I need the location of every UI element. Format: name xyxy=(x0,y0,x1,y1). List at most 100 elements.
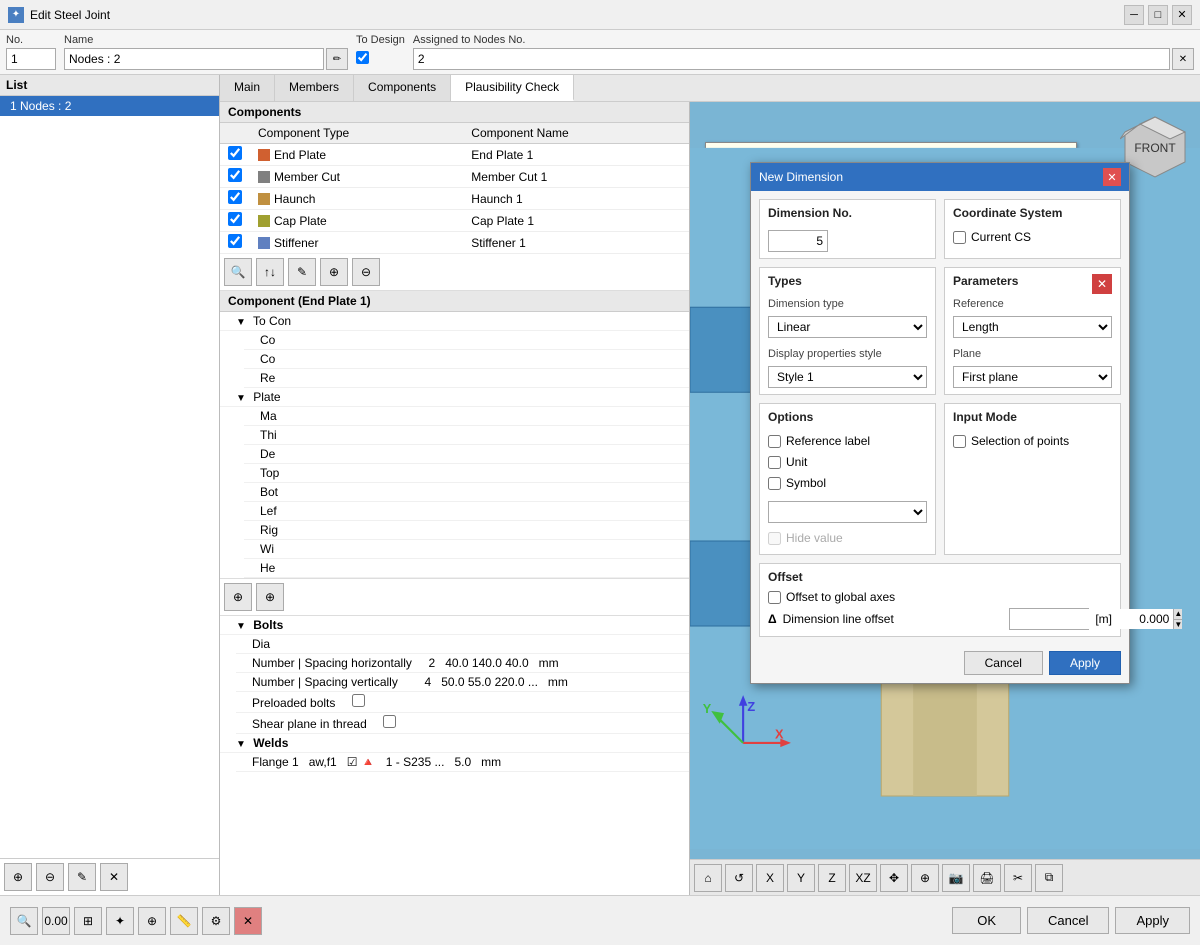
comp-checkbox-1[interactable] xyxy=(228,146,242,160)
tab-components[interactable]: Components xyxy=(354,75,451,101)
tree-item-co1[interactable]: Co xyxy=(244,331,689,350)
options-dropdown[interactable] xyxy=(768,501,927,523)
panel-tool-1[interactable]: 🔍 xyxy=(224,258,252,286)
col-name-header: Component Name xyxy=(463,123,689,144)
tree-item-plate[interactable]: ▼ Plate xyxy=(220,388,689,407)
delete-param-btn[interactable]: ✕ xyxy=(1092,274,1112,294)
panel-tool-5[interactable]: ⊖ xyxy=(352,258,380,286)
tab-plausibility[interactable]: Plausibility Check xyxy=(451,75,574,101)
bottom-right-btns: OK Cancel Apply xyxy=(952,907,1190,934)
bottom-tool-coord[interactable]: 0.00 xyxy=(42,907,70,935)
offset-global-checkbox[interactable] xyxy=(768,591,781,604)
reference-select[interactable]: Length Angle xyxy=(953,316,1112,338)
panel-tool-3[interactable]: ✎ xyxy=(288,258,316,286)
tree-item-welds[interactable]: ▼ Welds xyxy=(220,734,689,753)
tree-item-num-v[interactable]: Number | Spacing vertically 4 50.0 55.0 … xyxy=(236,673,689,692)
symbol-checkbox[interactable] xyxy=(768,477,781,490)
dialog-title-bar: New Dimension ✕ xyxy=(751,163,1129,191)
cancel-main-btn[interactable]: Cancel xyxy=(1027,907,1109,934)
no-input[interactable] xyxy=(6,48,56,70)
left-tool-btn-1[interactable]: ⊕ xyxy=(4,863,32,891)
minimize-btn[interactable]: ─ xyxy=(1124,5,1144,25)
bottom-tool-delete[interactable]: ✕ xyxy=(234,907,262,935)
bottom-tool-grid[interactable]: ⊞ xyxy=(74,907,102,935)
dialog-close-btn[interactable]: ✕ xyxy=(1103,168,1121,186)
dimension-tool-2[interactable]: ⊕ xyxy=(256,583,284,611)
tree-item-he[interactable]: He xyxy=(244,559,689,578)
options-title: Options xyxy=(768,410,927,424)
tree-item-flange1[interactable]: Flange 1 aw,f1 ☑ 🔺 1 - S235 ... 5.0 mm xyxy=(236,753,689,772)
tree-item-top[interactable]: Top xyxy=(244,464,689,483)
comp-checkbox-3[interactable] xyxy=(228,190,242,204)
hide-value-row: Hide value xyxy=(768,531,927,545)
clear-assigned-btn[interactable]: ✕ xyxy=(1172,48,1194,70)
app-icon: ✦ xyxy=(8,7,24,23)
tree-item-re[interactable]: Re xyxy=(244,369,689,388)
bottom-tool-ref[interactable]: ⊕ xyxy=(138,907,166,935)
dim-type-select[interactable]: Linear Angular Arc xyxy=(768,316,927,338)
tree-item-de[interactable]: De xyxy=(244,445,689,464)
tree-item-ma[interactable]: Ma xyxy=(244,407,689,426)
tree-item-shear[interactable]: Shear plane in thread xyxy=(236,713,689,734)
dimension-no-section: Dimension No. xyxy=(759,199,936,259)
left-panel: List 1 Nodes : 2 ⊕ ⊖ ✎ ✕ xyxy=(0,75,220,895)
spinner-down[interactable]: ▼ xyxy=(1173,620,1182,630)
symbol-text: Symbol xyxy=(786,476,826,490)
bottom-tool-search[interactable]: 🔍 xyxy=(10,907,38,935)
current-cs-checkbox[interactable] xyxy=(953,231,966,244)
tree-item-wi[interactable]: Wi xyxy=(244,540,689,559)
apply-main-btn[interactable]: Apply xyxy=(1115,907,1190,934)
maximize-btn[interactable]: □ xyxy=(1148,5,1168,25)
dialog-cancel-btn[interactable]: Cancel xyxy=(964,651,1043,675)
ok-btn[interactable]: OK xyxy=(952,907,1021,934)
assigned-input[interactable] xyxy=(413,48,1170,70)
panel-tool-2[interactable]: ↑↓ xyxy=(256,258,284,286)
tree-item-bolts[interactable]: ▼ Bolts xyxy=(220,616,689,635)
plane-select[interactable]: First plane Second plane xyxy=(953,366,1112,388)
data-panel: Components Component Type Component Name xyxy=(220,102,690,895)
dialog-apply-btn[interactable]: Apply xyxy=(1049,651,1121,675)
options-section: Options Reference label Unit xyxy=(759,403,936,555)
dialog-body: Dimension No. Coordinate System Current … xyxy=(751,191,1129,645)
display-style-select[interactable]: Style 1 Style 2 xyxy=(768,366,927,388)
dimension-no-input[interactable] xyxy=(768,230,828,252)
symbol-row: Symbol xyxy=(768,476,927,490)
tab-members[interactable]: Members xyxy=(275,75,354,101)
tree-item-to-con[interactable]: ▼ To Con xyxy=(220,312,689,331)
comp-checkbox-4[interactable] xyxy=(228,212,242,226)
selection-points-checkbox[interactable] xyxy=(953,435,966,448)
close-btn[interactable]: ✕ xyxy=(1172,5,1192,25)
no-field-group: No. xyxy=(6,34,56,70)
hide-value-checkbox[interactable] xyxy=(768,532,781,545)
dimension-no-title: Dimension No. xyxy=(768,206,927,220)
tree-item-lef[interactable]: Lef xyxy=(244,502,689,521)
edit-name-btn[interactable]: ✏ xyxy=(326,48,348,70)
list-item[interactable]: 1 Nodes : 2 xyxy=(0,96,219,116)
spinner-up[interactable]: ▲ xyxy=(1173,609,1182,620)
tree-item-co2[interactable]: Co xyxy=(244,350,689,369)
tree-item-num-h[interactable]: Number | Spacing horizontally 2 40.0 140… xyxy=(236,654,689,673)
dim-line-offset-value[interactable] xyxy=(1010,609,1173,629)
comp-checkbox-5[interactable] xyxy=(228,234,242,248)
dim-line-offset-input[interactable]: ▲ ▼ xyxy=(1009,608,1089,630)
name-input[interactable] xyxy=(64,48,324,70)
comp-checkbox-2[interactable] xyxy=(228,168,242,182)
tree-item-bot[interactable]: Bot xyxy=(244,483,689,502)
tree-item-dia[interactable]: Dia xyxy=(236,635,689,654)
tree-item-thi[interactable]: Thi xyxy=(244,426,689,445)
component-detail-header: Component (End Plate 1) xyxy=(220,291,689,312)
left-tool-btn-4[interactable]: ✕ xyxy=(100,863,128,891)
bottom-tool-measure[interactable]: 📏 xyxy=(170,907,198,935)
left-tool-btn-2[interactable]: ⊖ xyxy=(36,863,64,891)
tree-item-preloaded[interactable]: Preloaded bolts xyxy=(236,692,689,713)
left-tool-btn-3[interactable]: ✎ xyxy=(68,863,96,891)
tab-main[interactable]: Main xyxy=(220,75,275,101)
ref-label-checkbox[interactable] xyxy=(768,435,781,448)
dimension-tool-1[interactable]: ⊕ xyxy=(224,583,252,611)
unit-checkbox[interactable] xyxy=(768,456,781,469)
tree-item-rig[interactable]: Rig xyxy=(244,521,689,540)
panel-tool-4[interactable]: ⊕ xyxy=(320,258,348,286)
to-design-checkbox[interactable] xyxy=(356,51,369,64)
bottom-tool-snap[interactable]: ✦ xyxy=(106,907,134,935)
bottom-tool-settings[interactable]: ⚙ xyxy=(202,907,230,935)
